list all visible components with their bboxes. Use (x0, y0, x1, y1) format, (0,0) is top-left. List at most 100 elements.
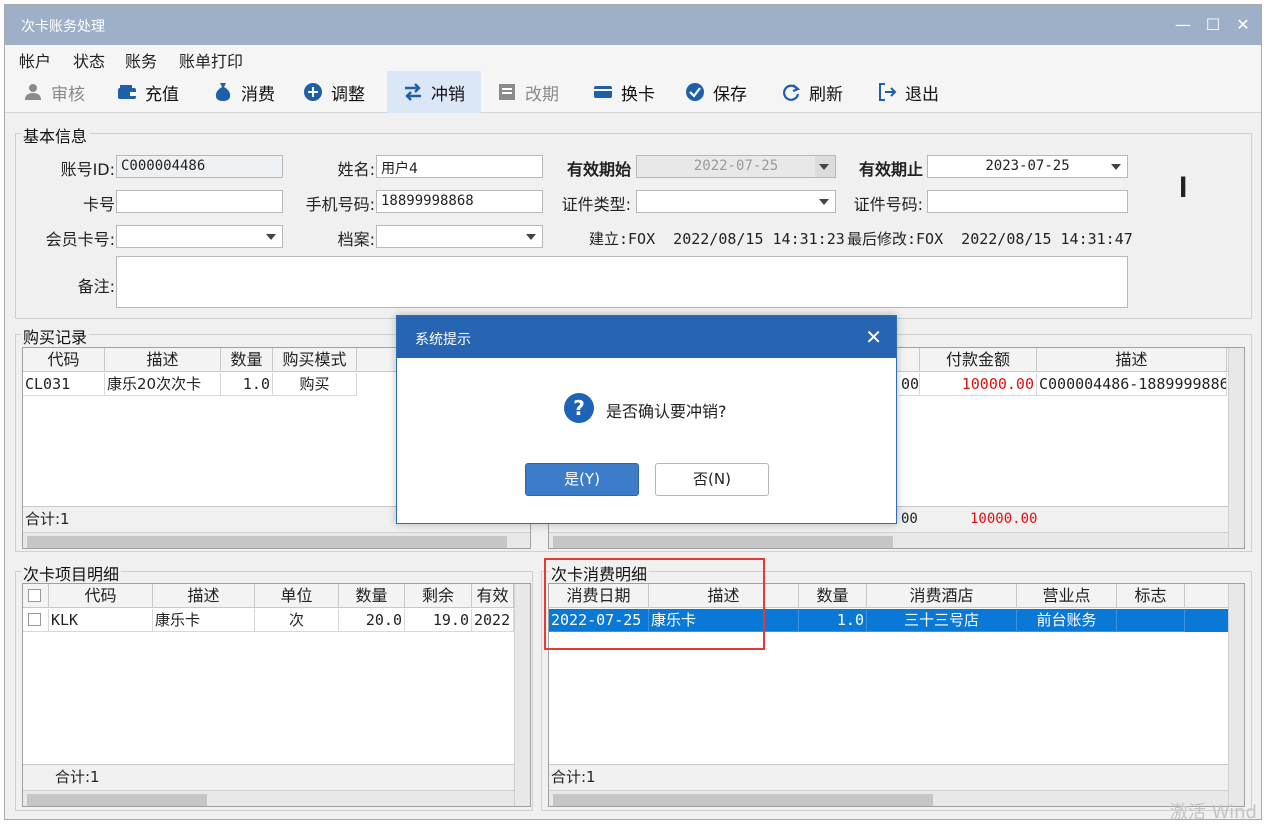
id-type-select[interactable] (636, 190, 836, 213)
id-type-label: 证件类型: (561, 195, 631, 214)
col-valid[interactable]: 有效 (472, 584, 514, 608)
cell-qty: 1.0 (221, 373, 273, 396)
card-no-field[interactable] (116, 190, 283, 213)
col-desc[interactable]: 描述 (153, 584, 255, 608)
col-unit[interactable]: 单位 (255, 584, 339, 608)
cell-flag (1117, 609, 1185, 632)
col-description[interactable]: 描述 (1037, 348, 1227, 372)
cell-description: C000004486-18899998868. (1037, 373, 1227, 396)
col-payment-amount[interactable]: 付款金额 (920, 348, 1037, 372)
total-amount: 10000.00 (970, 511, 1038, 527)
col-purchase-mode[interactable]: 购买模式 (273, 348, 357, 372)
col-code[interactable]: 代码 (49, 584, 153, 608)
title-bar[interactable]: 次卡账务处理 — ☐ ✕ (5, 5, 1261, 45)
dialog-message: 是否确认要冲销? (606, 402, 727, 421)
cell-code: CL031 (23, 373, 105, 396)
phone-field[interactable]: 18899998868 (376, 190, 543, 213)
items-grid[interactable]: 代码 描述 单位 数量 剩余 有效 KLK 康乐卡 次 20.0 19.0 20… (22, 583, 531, 807)
swap-arrows-icon (403, 82, 423, 102)
chevron-down-icon (1109, 159, 1123, 173)
remark-label: 备注: (77, 277, 115, 296)
no-button[interactable]: 否(N) (655, 463, 769, 496)
cell-desc: 康乐20次次卡 (105, 373, 221, 396)
valid-from-field: 2022-07-25 (636, 155, 836, 178)
cell-code: KLK (49, 609, 153, 632)
member-card-select[interactable] (116, 225, 283, 248)
archive-label: 档案: (337, 230, 375, 249)
col-outlet[interactable]: 营业点 (1017, 584, 1117, 608)
user-icon (23, 82, 43, 102)
cell-outlet: 前台账务 (1017, 609, 1117, 632)
horizontal-scrollbar[interactable] (23, 790, 514, 806)
refresh-icon (781, 82, 801, 102)
adjust-button[interactable]: 调整 (295, 71, 373, 113)
save-button[interactable]: 保存 (677, 71, 755, 113)
member-card-label: 会员卡号: (45, 230, 115, 249)
select-all-checkbox[interactable] (28, 589, 41, 602)
col-qty[interactable]: 数量 (221, 348, 273, 372)
account-id-field[interactable]: C000004486 (116, 155, 283, 178)
col-code[interactable]: 代码 (23, 348, 105, 372)
chevron-down-icon (524, 229, 538, 243)
vertical-scrollbar[interactable] (1228, 348, 1244, 548)
name-label: 姓名: (337, 160, 375, 179)
text-cursor: I (1179, 171, 1188, 204)
cell-partial: 00 (899, 373, 920, 396)
activation-watermark: 激活 Wind (1170, 802, 1257, 823)
window-title: 次卡账务处理 (21, 19, 105, 35)
recharge-button[interactable]: 充值 (109, 71, 187, 113)
dialog-title: 系统提示 (415, 332, 471, 348)
id-no-field[interactable] (927, 190, 1128, 213)
cell-unit: 次 (255, 609, 339, 632)
cell-valid: 2022 (472, 609, 514, 632)
phone-label: 手机号码: (305, 195, 375, 214)
col-remaining[interactable]: 剩余 (405, 584, 472, 608)
col-qty[interactable]: 数量 (799, 584, 867, 608)
cell-remaining: 19.0 (405, 609, 472, 632)
col-desc[interactable]: 描述 (105, 348, 221, 372)
consume-button[interactable]: 消费 (205, 71, 283, 113)
items-total: 合计:1 (23, 764, 514, 790)
close-button[interactable]: ✕ (1231, 13, 1255, 37)
valid-to-field[interactable]: 2023-07-25 (927, 155, 1128, 178)
cell-qty: 20.0 (339, 609, 405, 632)
col-flag[interactable]: 标志 (1117, 584, 1185, 608)
exit-button[interactable]: 退出 (869, 71, 947, 113)
archive-select[interactable] (376, 225, 543, 248)
plus-circle-icon (303, 82, 323, 102)
calendar-icon (497, 82, 517, 102)
chevron-down-icon (817, 194, 831, 208)
horizontal-scrollbar[interactable] (23, 532, 530, 548)
horizontal-scrollbar[interactable] (549, 790, 1228, 806)
col-hotel[interactable]: 消费酒店 (867, 584, 1017, 608)
col-qty[interactable]: 数量 (339, 584, 405, 608)
menu-billing[interactable]: 账务 (125, 48, 157, 72)
wallet-icon (117, 82, 137, 102)
write-off-button[interactable]: 冲销 (387, 71, 481, 113)
menu-status[interactable]: 状态 (73, 48, 105, 72)
audit-button[interactable]: 审核 (15, 71, 93, 113)
yes-button[interactable]: 是(Y) (525, 463, 639, 496)
card-icon (593, 82, 613, 102)
dialog-title-bar[interactable]: 系统提示 ✕ (397, 316, 896, 358)
dialog-close-icon[interactable]: ✕ (865, 325, 882, 349)
items-label: 次卡项目明细 (21, 561, 122, 585)
row-checkbox[interactable] (28, 613, 41, 626)
valid-to-label: 有效期止 (858, 160, 923, 179)
change-card-button[interactable]: 换卡 (585, 71, 663, 113)
vertical-scrollbar[interactable] (1228, 584, 1244, 806)
vertical-scrollbar[interactable] (514, 584, 530, 806)
created-info: 建立:FOX 2022/08/15 14:31:23 (589, 230, 845, 248)
menu-bar: 帐户 状态 账务 账单打印 (5, 45, 1261, 71)
highlight-box (544, 558, 765, 650)
total-partial: 00 (901, 511, 918, 527)
refresh-button[interactable]: 刷新 (773, 71, 851, 113)
name-field[interactable]: 用户4 (376, 155, 543, 178)
remark-field[interactable] (116, 256, 1128, 308)
minimize-button[interactable]: — (1171, 13, 1195, 37)
menu-account[interactable]: 帐户 (19, 48, 51, 72)
maximize-button[interactable]: ☐ (1201, 13, 1225, 37)
reschedule-button[interactable]: 改期 (489, 71, 567, 113)
menu-bill-print[interactable]: 账单打印 (179, 48, 243, 72)
horizontal-scrollbar[interactable] (549, 532, 1228, 548)
